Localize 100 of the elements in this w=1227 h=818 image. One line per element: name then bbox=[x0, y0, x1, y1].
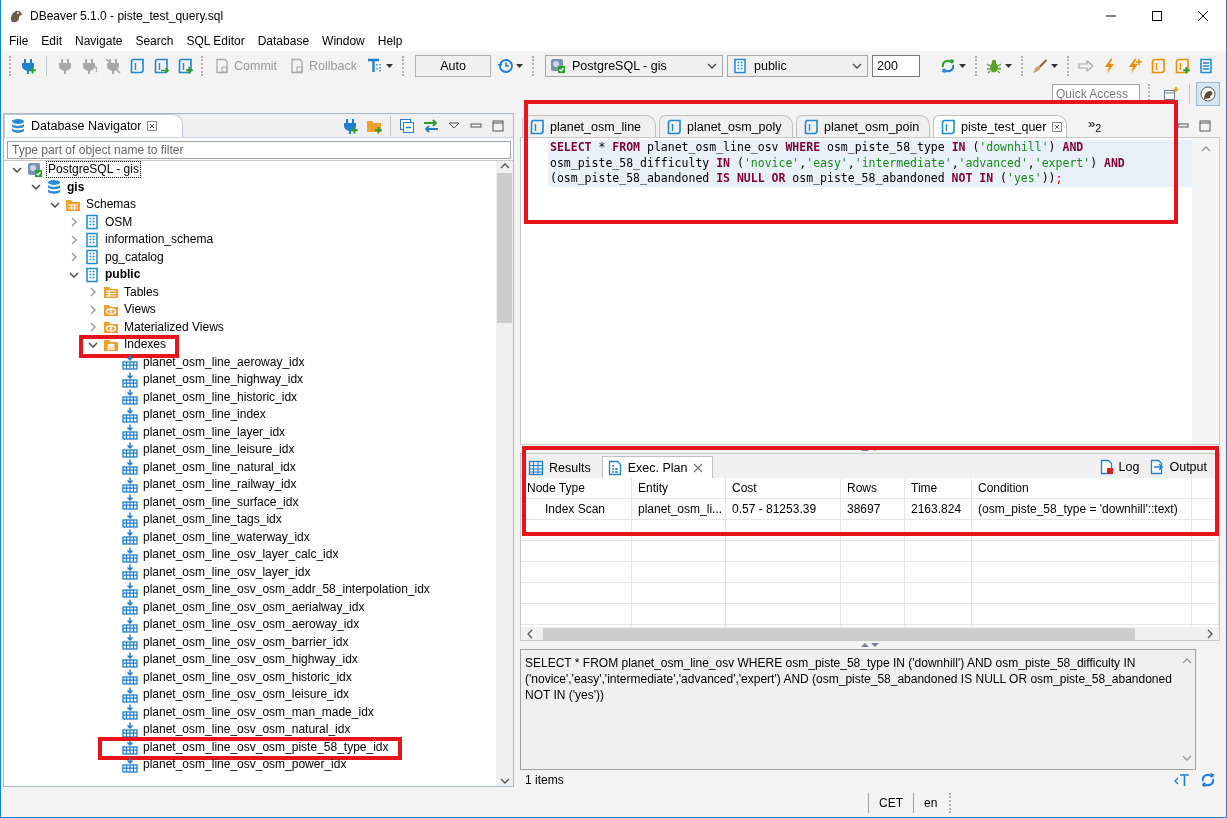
app-logo-icon[interactable] bbox=[1200, 86, 1216, 102]
close-icon[interactable] bbox=[1051, 120, 1064, 133]
dropdown[interactable]: public bbox=[727, 54, 868, 77]
tree-item[interactable]: Schemas bbox=[85, 197, 138, 213]
tree-item[interactable]: Indexes bbox=[123, 337, 168, 353]
editor-tab[interactable]: planet_osm_line bbox=[522, 115, 656, 137]
lightning-plus-icon[interactable] bbox=[1126, 57, 1142, 74]
menu-item[interactable]: SQL Editor bbox=[179, 32, 251, 50]
text-format-icon[interactable] bbox=[367, 57, 383, 74]
scrollbar-thumb[interactable] bbox=[497, 173, 512, 323]
more-tabs-button[interactable]: »$_{2}$ bbox=[1088, 116, 1102, 134]
column-header[interactable]: Rows bbox=[841, 478, 905, 498]
log-button[interactable]: Log bbox=[1094, 459, 1144, 475]
filter-field[interactable]: Type part of object name to filter bbox=[7, 141, 511, 159]
script-icon[interactable] bbox=[1150, 57, 1166, 74]
tree-item[interactable]: planet_osm_line_osv_osm_leisure_idx bbox=[142, 687, 351, 703]
column-header[interactable]: Cost bbox=[726, 478, 841, 498]
text-format-icon[interactable] bbox=[1174, 771, 1190, 788]
menu-item[interactable]: Navigate bbox=[68, 32, 129, 50]
tree-item[interactable]: planet_osm_line_railway_idx bbox=[142, 477, 298, 493]
output-button[interactable]: Output bbox=[1145, 459, 1211, 475]
tree-item[interactable]: planet_osm_line_osv_osm_aerialway_idx bbox=[142, 599, 366, 615]
transaction-mode-button[interactable]: Auto bbox=[415, 54, 491, 77]
plug-plus-icon[interactable] bbox=[342, 117, 358, 134]
tree-item[interactable]: planet_osm_line_osv_layer_calc_idx bbox=[142, 547, 340, 563]
tree-item[interactable]: planet_osm_line_tags_idx bbox=[142, 512, 283, 528]
editor-tab[interactable]: planet_osm_poin bbox=[796, 115, 930, 137]
caret-icon[interactable] bbox=[1004, 61, 1013, 70]
scroll-left-icon[interactable] bbox=[525, 627, 535, 640]
editor-tab[interactable]: planet_osm_poly bbox=[659, 115, 793, 137]
tree-item[interactable]: PostgreSQL - gis bbox=[47, 162, 140, 178]
script-plus-icon[interactable] bbox=[1174, 57, 1190, 74]
close-icon[interactable] bbox=[146, 120, 159, 132]
scroll-right-icon[interactable] bbox=[1205, 627, 1215, 640]
menu-item[interactable]: Database bbox=[250, 32, 316, 50]
tree-item[interactable]: planet_osm_line_waterway_idx bbox=[142, 529, 311, 545]
clock-icon[interactable] bbox=[497, 57, 513, 74]
caret-icon[interactable] bbox=[385, 61, 394, 70]
tree-item[interactable]: planet_osm_line_highway_idx bbox=[142, 372, 305, 388]
tree-item[interactable]: pg_catalog bbox=[104, 249, 165, 265]
tree-item[interactable]: planet_osm_line_osv_osm_highway_idx bbox=[142, 652, 359, 668]
tree-item[interactable]: information_schema bbox=[104, 232, 215, 248]
brush-icon[interactable] bbox=[1032, 57, 1048, 74]
results-tab[interactable]: Results bbox=[523, 456, 600, 478]
script-arrow-icon[interactable] bbox=[153, 57, 169, 74]
menu-item[interactable]: Edit bbox=[34, 32, 69, 50]
tree-item[interactable]: planet_osm_line_osv_osm_power_idx bbox=[142, 757, 348, 773]
tree-item[interactable]: planet_osm_line_osv_osm_aeroway_idx bbox=[142, 617, 361, 633]
tree-item[interactable]: planet_osm_line_surface_idx bbox=[142, 494, 300, 510]
database-icon bbox=[46, 179, 62, 196]
link-arrows-icon[interactable] bbox=[423, 117, 439, 134]
column-header[interactable]: Time bbox=[905, 478, 972, 498]
tree-item[interactable]: planet_osm_line_osv_osm_natural_idx bbox=[142, 722, 352, 738]
tree-item[interactable]: public bbox=[104, 267, 142, 283]
database-connection-icon bbox=[27, 161, 43, 178]
scroll-down-icon[interactable] bbox=[498, 776, 511, 786]
tree-item[interactable]: Tables bbox=[123, 284, 160, 300]
tree-item[interactable]: planet_osm_line_osv_layer_idx bbox=[142, 564, 312, 580]
tree-item[interactable]: Materialized Views bbox=[123, 319, 225, 335]
tree-item[interactable]: gis bbox=[66, 179, 86, 195]
caret-icon[interactable] bbox=[515, 61, 524, 70]
sash-arrows-icon[interactable] bbox=[860, 642, 880, 648]
caret-icon[interactable] bbox=[958, 61, 967, 70]
tree-item[interactable]: planet_osm_line_osv_osm_man_made_idx bbox=[142, 704, 375, 720]
editor-tab[interactable]: piste_test_quer bbox=[933, 115, 1067, 137]
tree-item[interactable]: planet_osm_line_leisure_idx bbox=[142, 442, 296, 458]
script-icon[interactable] bbox=[129, 57, 145, 74]
tree-item[interactable]: Views bbox=[123, 302, 157, 318]
plug-plus-icon[interactable] bbox=[20, 57, 36, 74]
column-header[interactable]: Node Type bbox=[521, 478, 632, 498]
index-icon bbox=[122, 599, 138, 616]
column-header[interactable]: Entity bbox=[632, 478, 726, 498]
menu-item[interactable]: Search bbox=[128, 32, 180, 50]
tree-item[interactable]: planet_osm_line_osv_osm_historic_idx bbox=[142, 669, 353, 685]
tree-item[interactable]: planet_osm_line_aeroway_idx bbox=[142, 354, 306, 370]
tree-item[interactable]: planet_osm_line_historic_idx bbox=[142, 389, 299, 405]
tree-item[interactable]: planet_osm_line_natural_idx bbox=[142, 459, 297, 475]
open-perspective-icon[interactable] bbox=[1163, 86, 1179, 102]
document-icon[interactable] bbox=[1198, 57, 1214, 74]
tree-item[interactable]: planet_osm_line_osv_osm_barrier_idx bbox=[142, 634, 350, 650]
column-header[interactable]: Condition bbox=[972, 478, 1192, 498]
script-plus-icon[interactable] bbox=[177, 57, 193, 74]
dropdown[interactable]: PostgreSQL - gis bbox=[545, 54, 723, 77]
tree-item[interactable]: planet_osm_line_index bbox=[142, 407, 267, 423]
caret-icon[interactable] bbox=[1050, 61, 1059, 70]
menu-item[interactable]: Window bbox=[315, 32, 371, 50]
limit-field[interactable]: 200 bbox=[872, 54, 920, 77]
tree-item[interactable]: planet_osm_line_osv_osm_addr_58_interpolation_idx bbox=[142, 582, 431, 598]
menu-item[interactable]: Help bbox=[370, 32, 409, 50]
scroll-up-icon[interactable] bbox=[498, 161, 511, 171]
results-tab[interactable]: Exec. Plan bbox=[601, 456, 714, 478]
tree-item[interactable]: planet_osm_line_layer_idx bbox=[142, 424, 287, 440]
refresh-icon[interactable] bbox=[940, 57, 956, 74]
refresh-icon[interactable] bbox=[1200, 771, 1216, 788]
tree-item[interactable]: planet_osm_line_osv_osm_piste_58_type_idx bbox=[142, 739, 390, 755]
menu-item[interactable]: File bbox=[2, 32, 35, 50]
scrollbar-thumb[interactable] bbox=[543, 627, 1135, 640]
collapse-all-icon[interactable] bbox=[399, 117, 415, 134]
tree-item[interactable]: OSM bbox=[104, 214, 134, 230]
panel-tab[interactable]: Database Navigator bbox=[4, 114, 184, 137]
